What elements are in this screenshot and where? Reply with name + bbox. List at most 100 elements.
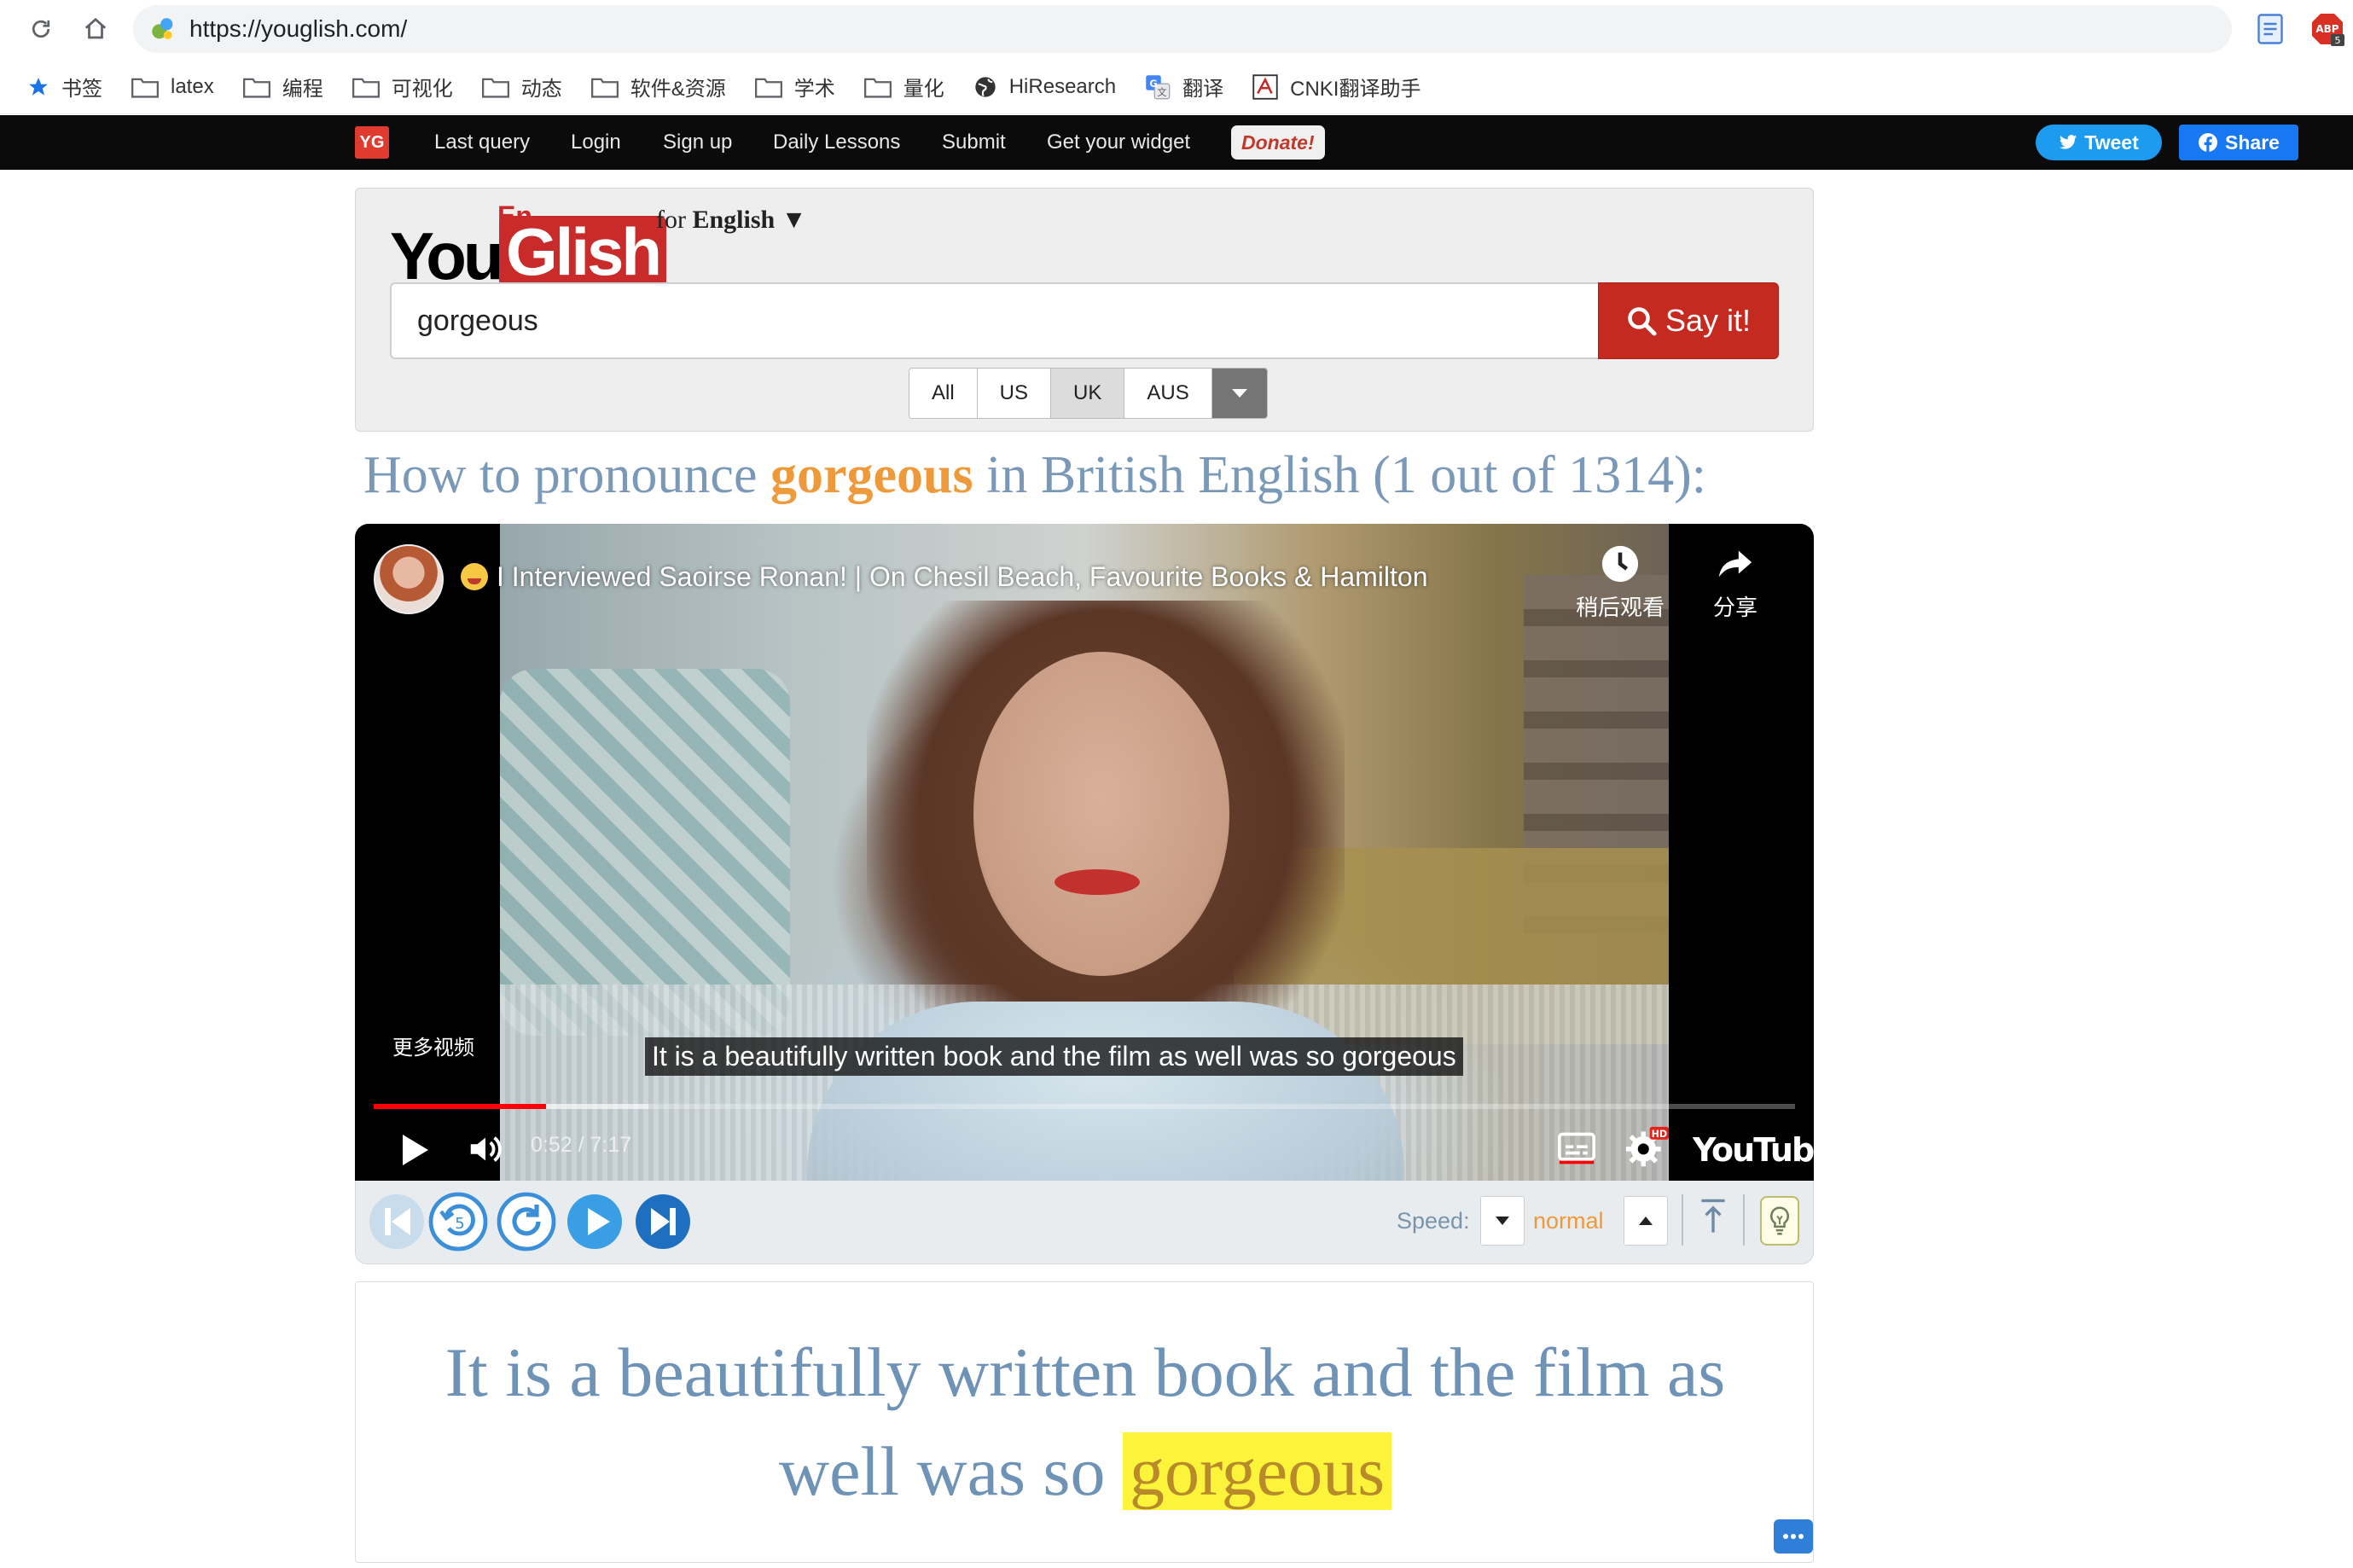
reload-icon[interactable] [24,12,58,46]
play-icon[interactable] [398,1131,432,1169]
bookmark-item[interactable]: 书签 [27,68,102,106]
bookmark-label: latex [171,74,214,98]
bookmark-folder[interactable]: 软件&资源 [590,68,726,106]
more-accents-button[interactable] [1211,369,1267,418]
bookmark-folder[interactable]: 动态 [481,68,562,106]
search-input[interactable] [390,282,1598,359]
next-icon[interactable] [632,1191,694,1252]
search-panel: You Glish En for English ▼ Say it! All U… [355,188,1814,432]
nav-get-widget[interactable]: Get your widget [1047,131,1190,154]
bookmark-folder[interactable]: 学术 [754,68,835,106]
previous-icon[interactable] [366,1191,427,1252]
play-circle-icon[interactable] [564,1191,625,1252]
replay-5-icon[interactable]: 5 [427,1191,489,1252]
svg-text:G: G [1149,78,1157,90]
accent-all[interactable]: All [909,369,978,418]
bookmark-item[interactable]: HiResearch [973,68,1116,106]
progress-bar[interactable] [374,1104,1795,1109]
video-title[interactable]: I Interviewed Saoirse Ronan! | On Chesil… [461,561,1428,593]
star-icon [29,77,48,96]
channel-avatar[interactable] [374,544,444,614]
watch-later-button[interactable]: 稍后观看 [1565,544,1676,622]
transcript-highlight: gorgeous [1122,1432,1392,1510]
settings-gear-icon[interactable]: HD [1624,1126,1669,1169]
subtitles-icon[interactable] [1558,1131,1595,1165]
folder-icon [131,78,159,98]
yg-home-badge[interactable]: YG [355,126,389,159]
folder-icon [863,78,892,98]
site-top-nav: YG Last query Login Sign up Daily Lesson… [0,115,2353,170]
svg-text:文: 文 [1157,86,1166,98]
watch-later-label: 稍后观看 [1575,595,1665,620]
nav-sign-up[interactable]: Sign up [663,131,732,154]
youtube-logo[interactable]: YouTube [1693,1131,1814,1169]
share-video-button[interactable]: 分享 [1693,544,1778,622]
page-title: How to pronounce gorgeous in British Eng… [363,445,1706,506]
video-person-shirt [807,1002,1404,1181]
hint-button[interactable] [1760,1196,1799,1246]
more-dots-icon [1783,1534,1804,1539]
caret-down-icon: ▼ [781,206,807,234]
globe-icon [975,76,996,97]
repeat-icon[interactable] [496,1191,557,1252]
bookmarks-bar: 书签 latex 编程 可视化 动态 软件&资源 学术 量化 HiResearc… [0,60,2353,114]
share-label: Share [2225,131,2280,154]
folder-icon [351,78,380,98]
bookmark-label: 可视化 [391,78,453,101]
bookmark-item[interactable]: G文 翻译 [1145,68,1223,106]
folder-icon [754,78,782,98]
language-name: English [692,206,776,234]
bookmark-label: 动态 [520,78,562,101]
site-info-icon[interactable] [148,15,177,44]
bookmark-folder[interactable]: latex [131,68,214,106]
caret-up-icon [1639,1217,1653,1225]
address-bar[interactable]: https://youglish.com/ [133,5,2232,53]
home-icon[interactable] [78,12,113,46]
document-extension-icon[interactable] [2257,14,2283,44]
transcript-panel: It is a beautifully written book and the… [355,1281,1814,1563]
title-suffix: in British English (1 out of 1314): [973,446,1706,504]
tweet-button[interactable]: Tweet [2036,125,2162,160]
accent-filter: All US UK AUS [909,368,1268,419]
say-it-label: Say it! [1665,303,1752,338]
speed-up-button[interactable] [1624,1196,1668,1246]
nav-daily-lessons[interactable]: Daily Lessons [773,131,900,154]
divider [1682,1194,1683,1246]
folder-icon [590,78,619,98]
more-options-button[interactable] [1774,1519,1813,1553]
accent-uk[interactable]: UK [1051,369,1125,418]
more-videos-label[interactable]: 更多视频 [392,1031,474,1060]
accent-us[interactable]: US [977,369,1052,418]
caret-down-icon [1231,389,1247,398]
facebook-share-button[interactable]: Share [2179,125,2298,160]
video-scene-pillow [500,669,790,1036]
title-keyword: gorgeous [770,446,973,504]
speed-down-button[interactable] [1480,1196,1525,1246]
heart-eyes-emoji-icon [461,563,488,590]
bookmark-item[interactable]: CNKI翻译助手 [1252,68,1421,106]
scroll-to-top-icon[interactable] [1699,1198,1728,1235]
bookmark-label: CNKI翻译助手 [1290,78,1421,101]
caret-down-icon [1496,1217,1509,1225]
video-player[interactable]: I Interviewed Saoirse Ronan! | On Chesil… [355,524,1814,1181]
video-person-lips [1054,869,1140,895]
lightbulb-icon [1769,1206,1790,1235]
progress-played [374,1104,546,1109]
nav-last-query[interactable]: Last query [434,131,530,154]
volume-icon[interactable] [466,1130,505,1169]
bookmark-label: 软件&资源 [630,78,726,101]
language-selector[interactable]: for English ▼ [656,206,806,235]
youglish-logo[interactable]: You Glish En [390,200,671,293]
donate-button[interactable]: Donate! [1231,125,1325,160]
accent-aus[interactable]: AUS [1124,369,1212,418]
video-caption: It is a beautifully written book and the… [645,1037,1463,1076]
bookmark-folder[interactable]: 编程 [242,68,323,106]
folder-icon [242,78,270,98]
bookmark-label: 量化 [903,78,944,101]
say-it-button[interactable]: Say it! [1598,282,1779,359]
adblock-extension-icon[interactable]: ABP 5 [2310,12,2344,46]
nav-submit[interactable]: Submit [942,131,1006,154]
bookmark-folder[interactable]: 量化 [863,68,944,106]
nav-login[interactable]: Login [571,131,621,154]
bookmark-folder[interactable]: 可视化 [351,68,453,106]
